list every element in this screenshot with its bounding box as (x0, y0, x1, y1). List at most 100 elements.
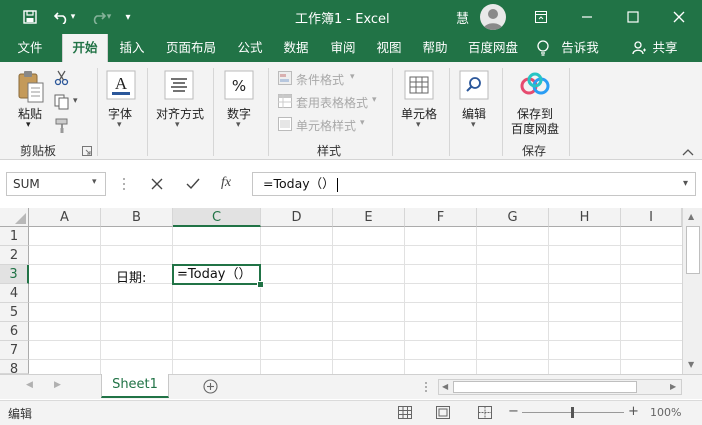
tab-insert[interactable]: 插入 (110, 34, 154, 62)
horizontal-scrollbar-thumb[interactable] (453, 381, 637, 393)
format-as-table-icon[interactable] (278, 94, 292, 108)
column-header-d[interactable]: D (261, 208, 333, 227)
font-dropdown-icon[interactable]: ▾ (117, 120, 122, 130)
tab-help[interactable]: 帮助 (413, 34, 457, 62)
column-header-i[interactable]: I (621, 208, 682, 227)
copy-icon[interactable] (54, 94, 70, 110)
tab-data[interactable]: 数据 (274, 34, 318, 62)
insert-function-icon[interactable]: fx (221, 175, 231, 191)
minimize-icon[interactable] (564, 0, 610, 34)
cells-dropdown-icon[interactable]: ▾ (416, 120, 421, 130)
row-header-7[interactable]: 7 (0, 341, 29, 360)
close-icon[interactable] (656, 0, 702, 34)
column-header-c[interactable]: C (173, 208, 261, 227)
customize-qat-icon[interactable]: ▾ (120, 0, 136, 34)
undo-dropdown-icon[interactable]: ▾ (66, 0, 80, 34)
save-icon[interactable] (16, 0, 44, 34)
row-header-4[interactable]: 4 (0, 284, 29, 303)
conditional-format-button[interactable]: 条件格式 (296, 71, 344, 88)
scroll-left-icon[interactable]: ◀ (442, 382, 448, 391)
alignment-icon[interactable] (164, 70, 194, 100)
tab-home[interactable]: 开始 (62, 34, 108, 62)
cell-styles-dropdown-icon[interactable]: ▾ (360, 118, 365, 128)
tab-review[interactable]: 审阅 (321, 34, 365, 62)
paste-icon[interactable] (16, 70, 46, 106)
format-as-table-dropdown-icon[interactable]: ▾ (372, 95, 377, 105)
paste-dropdown-icon[interactable]: ▾ (26, 120, 31, 130)
column-header-a[interactable]: A (29, 208, 101, 227)
avatar[interactable] (480, 4, 506, 30)
tab-formulas[interactable]: 公式 (228, 34, 272, 62)
zoom-level[interactable]: 100% (650, 406, 681, 419)
row-header-8[interactable]: 8 (0, 360, 29, 374)
horizontal-scrollbar[interactable]: ◀ ▶ (438, 379, 682, 395)
row-header-6[interactable]: 6 (0, 322, 29, 341)
cell-b3[interactable]: 日期: (116, 267, 146, 286)
clipboard-launcher-icon[interactable] (82, 145, 92, 156)
collapse-ribbon-icon[interactable] (682, 146, 694, 156)
conditional-format-icon[interactable] (278, 71, 292, 85)
select-all-corner[interactable] (0, 208, 29, 227)
format-as-table-button[interactable]: 套用表格格式 (296, 94, 368, 111)
vertical-scrollbar[interactable]: ▲ ▼ (682, 208, 702, 374)
lightbulb-icon[interactable] (536, 40, 550, 56)
copy-dropdown-icon[interactable]: ▾ (73, 96, 78, 106)
cell-c3-active[interactable]: =Today（） (172, 264, 261, 285)
column-header-h[interactable]: H (549, 208, 621, 227)
name-box-dropdown-icon[interactable]: ▾ (92, 177, 97, 187)
sheet-scroll-left-icon[interactable]: ◀ (26, 380, 33, 390)
ribbon-display-options-icon[interactable] (518, 0, 564, 34)
tell-me-search[interactable]: 告诉我 (556, 34, 604, 62)
share-button[interactable]: 共享 (650, 34, 680, 62)
row-header-5[interactable]: 5 (0, 303, 29, 322)
expand-formula-bar-icon[interactable]: ▾ (683, 178, 688, 189)
page-layout-view-icon[interactable] (436, 406, 450, 419)
scroll-right-icon[interactable]: ▶ (670, 382, 676, 391)
sheet-tab-sheet1[interactable]: Sheet1 (101, 374, 169, 398)
tab-file[interactable]: 文件 (8, 34, 52, 62)
column-header-e[interactable]: E (333, 208, 405, 227)
number-dropdown-icon[interactable]: ▾ (236, 120, 241, 130)
baidu-netdisk-icon[interactable] (520, 72, 550, 98)
zoom-slider-handle[interactable] (571, 407, 574, 418)
font-icon[interactable]: A (106, 70, 136, 100)
tab-page-layout[interactable]: 页面布局 (160, 34, 222, 62)
cell-styles-icon[interactable] (278, 117, 292, 131)
scrollbar-thumb[interactable] (686, 226, 700, 274)
worksheet-grid[interactable]: A B C D E F G H I 1 2 3 4 5 6 7 8 日期: =T… (0, 208, 702, 374)
name-box[interactable]: SUM (6, 172, 106, 196)
cell-styles-button[interactable]: 单元格样式 (296, 117, 356, 134)
editing-dropdown-icon[interactable]: ▾ (471, 120, 476, 130)
alignment-button-label[interactable]: 对齐方式 (156, 105, 204, 122)
cut-icon[interactable] (54, 70, 70, 86)
format-painter-icon[interactable] (54, 118, 70, 134)
conditional-format-dropdown-icon[interactable]: ▾ (350, 72, 355, 82)
alignment-dropdown-icon[interactable]: ▾ (175, 120, 180, 130)
number-format-icon[interactable]: % (224, 70, 254, 100)
cells-icon[interactable] (404, 70, 434, 100)
share-person-icon[interactable] (632, 41, 646, 55)
sheet-scroll-right-icon[interactable]: ▶ (54, 380, 61, 390)
enter-check-icon[interactable] (186, 177, 200, 191)
user-name[interactable]: 慧 (456, 8, 469, 27)
tab-split-grip-icon[interactable] (424, 381, 428, 393)
tab-baidu-netdisk[interactable]: 百度网盘 (462, 34, 524, 62)
normal-view-icon[interactable] (398, 406, 412, 419)
column-header-f[interactable]: F (405, 208, 477, 227)
page-break-preview-icon[interactable] (478, 406, 492, 419)
save-to-baidu-line2[interactable]: 百度网盘 (511, 120, 559, 137)
add-sheet-icon[interactable] (203, 379, 218, 394)
scroll-down-icon[interactable]: ▼ (688, 360, 694, 369)
redo-dropdown-icon[interactable]: ▾ (102, 0, 116, 34)
row-header-1[interactable]: 1 (0, 227, 29, 246)
fill-handle[interactable] (257, 281, 264, 288)
row-header-2[interactable]: 2 (0, 246, 29, 265)
zoom-in-icon[interactable]: + (628, 404, 639, 419)
column-header-b[interactable]: B (101, 208, 173, 227)
formula-input[interactable]: =Today（） (252, 172, 696, 196)
maximize-icon[interactable] (610, 0, 656, 34)
zoom-out-icon[interactable]: − (508, 404, 519, 419)
column-header-g[interactable]: G (477, 208, 549, 227)
scroll-up-icon[interactable]: ▲ (688, 212, 694, 221)
editing-search-icon[interactable] (459, 70, 489, 100)
